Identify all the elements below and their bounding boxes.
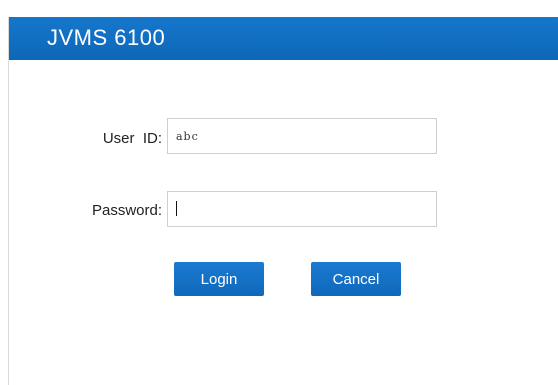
login-button[interactable]: Login [174,262,264,296]
cancel-button[interactable]: Cancel [311,262,401,296]
login-window: JVMS 6100 User ID: Password: Login Cance… [8,17,558,385]
password-input[interactable] [167,191,437,227]
app-title: JVMS 6100 [47,25,166,50]
user-id-label: User ID: [102,130,162,147]
password-label: Password: [91,202,162,219]
text-cursor [176,201,177,216]
user-id-input[interactable] [167,118,437,154]
header-bar: JVMS 6100 [9,17,558,60]
